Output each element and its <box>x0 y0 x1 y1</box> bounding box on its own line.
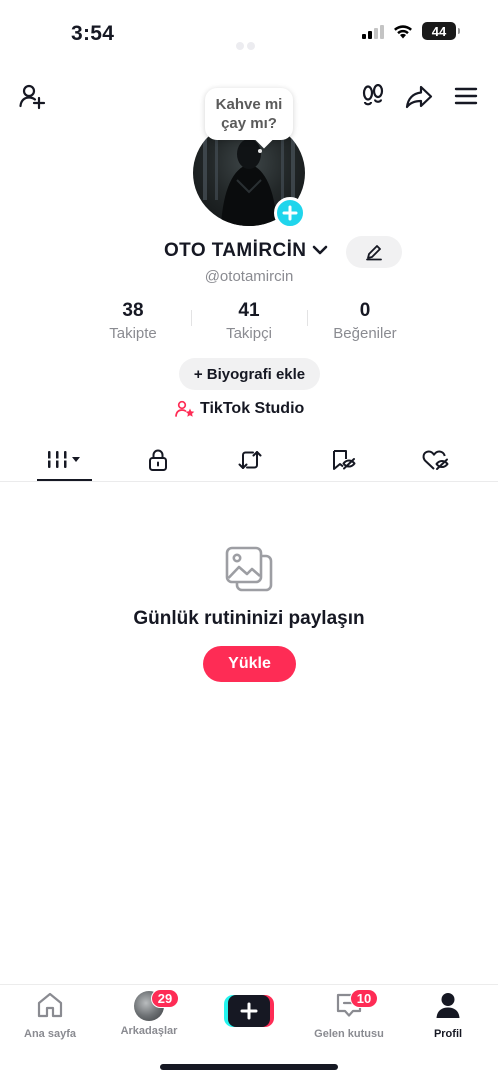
upload-button[interactable]: Yükle <box>203 646 296 682</box>
display-name[interactable]: OTO TAMİRCİN <box>164 240 306 262</box>
home-indicator <box>160 1064 338 1070</box>
add-bio-button[interactable]: + Biyografi ekle <box>179 358 320 390</box>
profile-icon <box>436 993 460 1018</box>
name-row: OTO TAMİRCİN <box>0 236 498 268</box>
stat-value: 0 <box>359 300 371 321</box>
tab-reposts[interactable] <box>222 438 277 482</box>
friends-badge: 29 <box>151 989 179 1008</box>
username: @ototamircin <box>204 268 294 285</box>
wifi-icon <box>394 24 412 38</box>
studio-label: TikTok Studio <box>200 400 305 417</box>
edit-profile-button[interactable] <box>346 236 402 268</box>
share-icon[interactable] <box>402 80 436 114</box>
stat-value: 38 <box>122 300 144 321</box>
status-bar: 3:54 44 <box>0 0 498 60</box>
chevron-down-icon[interactable] <box>312 244 328 256</box>
stat-divider <box>307 310 308 326</box>
status-time: 3:54 <box>71 22 115 45</box>
nav-profile[interactable]: Profil <box>398 991 498 1040</box>
stat-followers[interactable]: 41 Takipçi <box>212 300 286 342</box>
stat-likes[interactable]: 0 Beğeniler <box>325 300 405 342</box>
menu-icon[interactable] <box>450 80 482 112</box>
plus-icon <box>240 1002 258 1020</box>
create-button[interactable] <box>224 995 274 1027</box>
profile-stats: 38 Takipte 41 Takipçi 0 Beğeniler <box>0 300 498 342</box>
nav-label: Ana sayfa <box>24 1028 76 1040</box>
stat-label: Takipçi <box>226 325 272 342</box>
tab-favorites[interactable] <box>315 438 370 482</box>
nav-label: Gelen kutusu <box>314 1028 384 1040</box>
status-icons: 44 <box>362 22 460 40</box>
note-bubble[interactable]: Kahve mi çay mı? <box>205 88 293 140</box>
bookmark-hidden-icon <box>332 450 355 470</box>
stat-following[interactable]: 38 Takipte <box>96 300 170 342</box>
grid-dropdown-icon <box>46 451 80 468</box>
dynamic-island-indicator <box>236 42 255 50</box>
active-tab-indicator <box>37 479 92 481</box>
inbox-badge: 10 <box>350 989 378 1008</box>
nav-friends[interactable]: 29 Arkadaşlar <box>99 989 199 1037</box>
empty-state-title: Günlük rutininizi paylaşın <box>133 608 365 629</box>
add-avatar-button[interactable] <box>274 197 306 229</box>
footprints-icon[interactable] <box>356 80 390 114</box>
stat-value: 41 <box>238 300 260 321</box>
tiktok-studio-link[interactable]: TikTok Studio <box>175 400 304 418</box>
stat-divider <box>191 310 192 326</box>
photo-stack-icon <box>225 546 273 592</box>
home-icon <box>37 992 63 1018</box>
cellular-signal-icon <box>362 23 384 39</box>
tab-liked[interactable] <box>407 438 462 482</box>
lock-icon <box>148 449 167 471</box>
add-friend-icon[interactable] <box>16 80 48 112</box>
battery-icon: 44 <box>422 22 460 40</box>
nav-label: Arkadaşlar <box>120 1025 178 1037</box>
note-bubble-text: Kahve mi çay mı? <box>215 96 283 132</box>
tab-videos[interactable] <box>37 438 92 482</box>
nav-label: Profil <box>433 1028 463 1040</box>
heart-hidden-icon <box>422 450 448 470</box>
plus-icon <box>282 205 298 221</box>
studio-user-star-icon <box>175 400 195 417</box>
stat-label: Beğeniler <box>333 325 397 342</box>
profile-tabs <box>0 438 498 482</box>
pencil-icon <box>366 245 382 261</box>
nav-inbox[interactable]: 10 Gelen kutusu <box>299 989 399 1040</box>
repost-icon <box>238 451 261 469</box>
nav-home[interactable]: Ana sayfa <box>0 991 100 1040</box>
tab-private[interactable] <box>130 438 185 482</box>
stat-label: Takipte <box>109 325 157 342</box>
